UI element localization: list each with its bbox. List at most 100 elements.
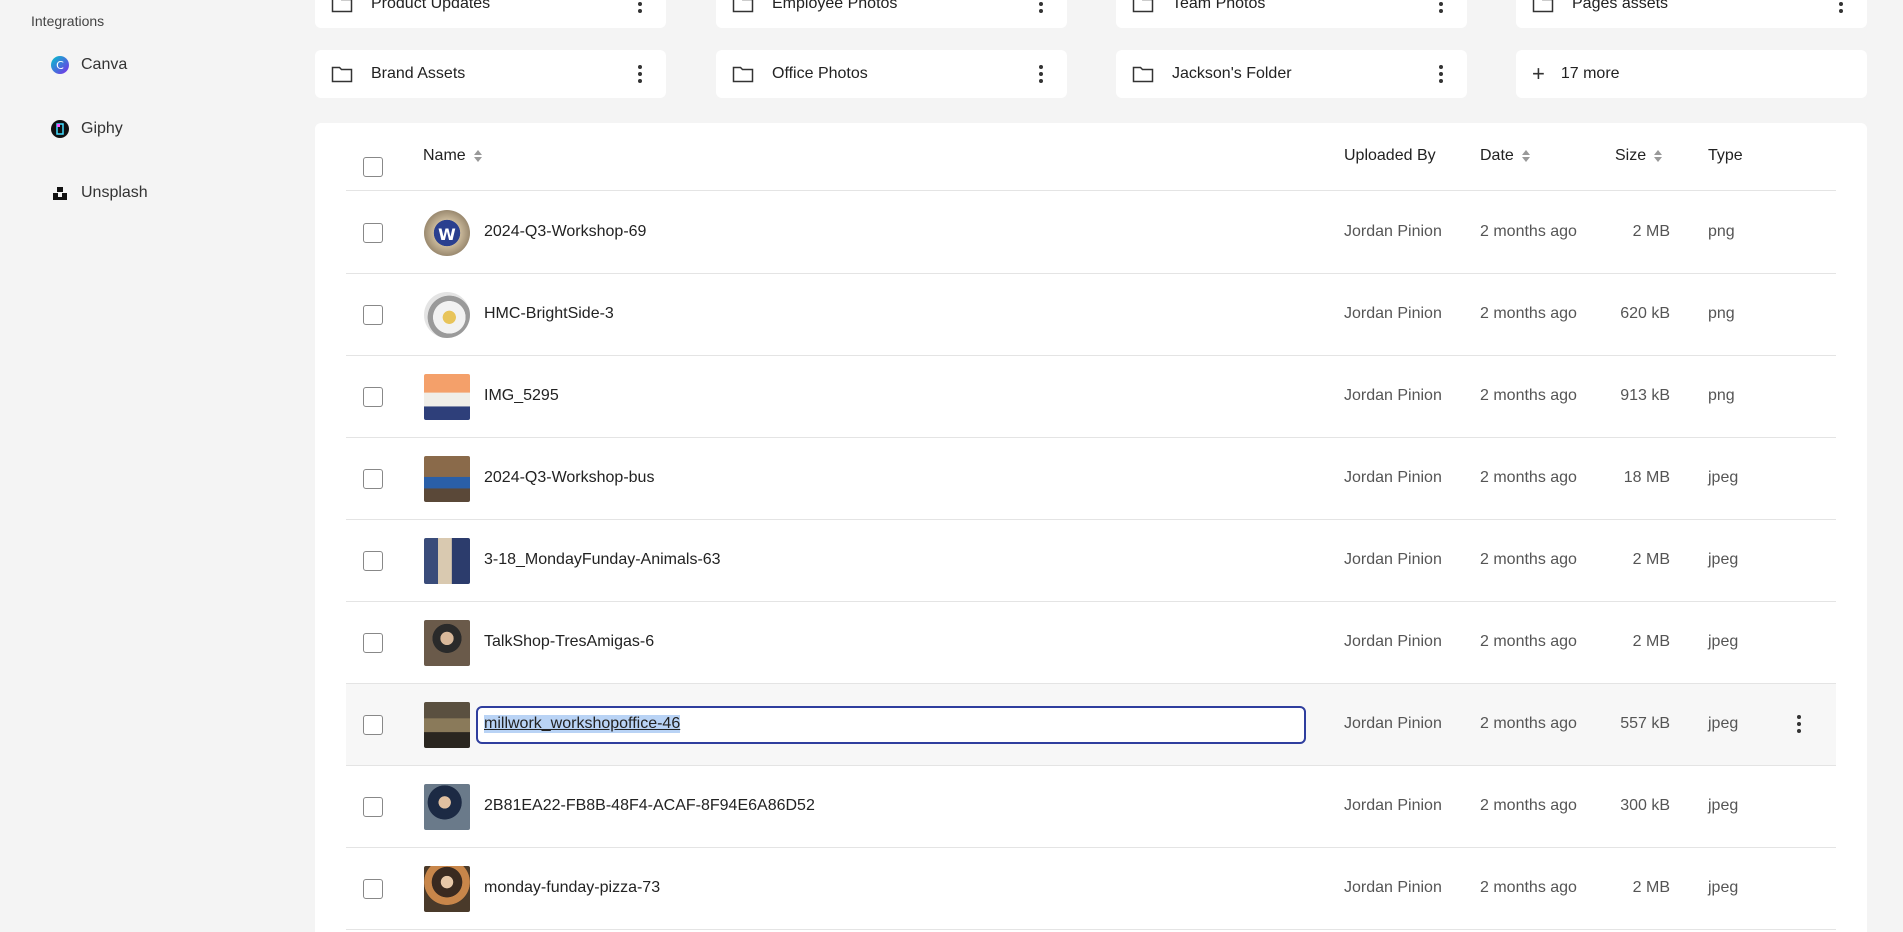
folder-icon (732, 65, 754, 83)
row-checkbox[interactable] (363, 879, 383, 899)
file-size: 300 kB (1620, 797, 1670, 814)
folder-card-jacksons-folder[interactable]: Jackson's Folder (1116, 50, 1467, 98)
upload-date: 2 months ago (1480, 797, 1577, 814)
thumbnail-image (424, 538, 470, 584)
table-row[interactable]: IMG_5295 Jordan Pinion 2 months ago 913 … (346, 356, 1836, 438)
uploaded-by: Jordan Pinion (1344, 879, 1442, 896)
file-name: IMG_5295 (484, 387, 559, 404)
file-name: 2024-Q3-Workshop-bus (484, 469, 655, 486)
file-type: png (1708, 387, 1735, 404)
row-checkbox[interactable] (363, 223, 383, 243)
row-checkbox[interactable] (363, 305, 383, 325)
rename-input-value[interactable]: millwork_workshopoffice-46 (484, 715, 681, 733)
folder-card-office-photos[interactable]: Office Photos (716, 50, 1067, 98)
file-type: jpeg (1708, 551, 1739, 568)
more-options-icon[interactable] (1431, 0, 1451, 16)
file-name: 3-18_MondayFunday-Animals-63 (484, 551, 721, 568)
upload-date: 2 months ago (1480, 551, 1577, 568)
uploaded-by: Jordan Pinion (1344, 633, 1442, 650)
sidebar-item-giphy[interactable]: Giphy (51, 120, 123, 138)
file-table: Name Uploaded By Date Size Type W 2024-Q… (315, 123, 1867, 932)
file-type: png (1708, 223, 1735, 240)
column-header-date[interactable]: Date (1480, 147, 1530, 165)
table-row[interactable]: 2024-Q3-Workshop-bus Jordan Pinion 2 mon… (346, 438, 1836, 520)
row-checkbox[interactable] (363, 469, 383, 489)
sort-icon (1654, 150, 1663, 162)
svg-text:C: C (56, 59, 64, 72)
upload-date: 2 months ago (1480, 223, 1577, 240)
file-name: 2B81EA22-FB8B-48F4-ACAF-8F94E6A86D52 (484, 797, 815, 814)
folder-label: Office Photos (772, 65, 868, 82)
folder-card-employee-photos[interactable]: Employee Photos (716, 0, 1067, 28)
upload-date: 2 months ago (1480, 879, 1577, 896)
more-options-icon[interactable] (1031, 62, 1051, 86)
table-row[interactable]: TalkShop-TresAmigas-6 Jordan Pinion 2 mo… (346, 602, 1836, 684)
canva-icon: C (51, 56, 69, 74)
unsplash-icon (51, 184, 69, 202)
uploaded-by: Jordan Pinion (1344, 551, 1442, 568)
more-options-icon[interactable] (1831, 0, 1851, 16)
folder-icon (1132, 0, 1154, 13)
thumbnail-image (424, 866, 470, 912)
table-header: Name Uploaded By Date Size Type (346, 123, 1836, 191)
column-header-label: Name (423, 147, 466, 164)
sort-icon (1521, 150, 1530, 162)
file-size: 2 MB (1632, 551, 1670, 568)
folder-card-brand-assets[interactable]: Brand Assets (315, 50, 666, 98)
upload-date: 2 months ago (1480, 715, 1577, 732)
folder-label: Product Updates (371, 0, 491, 12)
upload-date: 2 months ago (1480, 469, 1577, 486)
folder-icon (1132, 65, 1154, 83)
row-checkbox[interactable] (363, 633, 383, 653)
sidebar: Integrations C Canva Giphy Unsplash (0, 0, 300, 932)
folder-label: Brand Assets (371, 65, 466, 82)
column-header-size[interactable]: Size (1615, 147, 1663, 165)
folder-label: Employee Photos (772, 0, 898, 12)
select-all-checkbox[interactable] (363, 157, 383, 177)
file-name: monday-funday-pizza-73 (484, 879, 661, 896)
sidebar-item-canva[interactable]: C Canva (51, 56, 127, 74)
table-row[interactable]: 2B81EA22-FB8B-48F4-ACAF-8F94E6A86D52 Jor… (346, 766, 1836, 848)
file-name: TalkShop-TresAmigas-6 (484, 633, 655, 650)
more-options-icon[interactable] (1431, 62, 1451, 86)
sidebar-item-label: Canva (81, 56, 128, 73)
upload-date: 2 months ago (1480, 387, 1577, 404)
uploaded-by: Jordan Pinion (1344, 715, 1442, 732)
file-type: jpeg (1708, 879, 1739, 896)
table-row[interactable]: HMC-BrightSide-3 Jordan Pinion 2 months … (346, 274, 1836, 356)
file-type: jpeg (1708, 469, 1739, 486)
folder-card-team-photos[interactable]: Team Photos (1116, 0, 1467, 28)
table-row[interactable]: W 2024-Q3-Workshop-69 Jordan Pinion 2 mo… (346, 192, 1836, 274)
more-folders-button[interactable]: + 17 more (1516, 50, 1867, 98)
integrations-heading: Integrations (31, 13, 105, 29)
sidebar-item-label: Giphy (81, 120, 123, 137)
sidebar-item-unsplash[interactable]: Unsplash (51, 184, 148, 202)
file-type: jpeg (1708, 715, 1739, 732)
row-checkbox[interactable] (363, 797, 383, 817)
folder-card-product-updates[interactable]: Product Updates (315, 0, 666, 28)
folder-label: Jackson's Folder (1172, 65, 1292, 82)
file-type: png (1708, 305, 1735, 322)
uploaded-by: Jordan Pinion (1344, 387, 1442, 404)
row-more-options-icon[interactable] (1789, 712, 1809, 736)
folder-icon (732, 0, 754, 13)
column-header-label: Uploaded By (1344, 147, 1436, 164)
file-name: HMC-BrightSide-3 (484, 305, 614, 322)
row-checkbox[interactable] (363, 551, 383, 571)
more-options-icon[interactable] (630, 62, 650, 86)
table-row[interactable]: 3-18_MondayFunday-Animals-63 Jordan Pini… (346, 520, 1836, 602)
table-row[interactable]: monday-funday-pizza-73 Jordan Pinion 2 m… (346, 848, 1836, 930)
more-options-icon[interactable] (1031, 0, 1051, 16)
svg-text:W: W (438, 225, 456, 244)
thumbnail-image (424, 784, 470, 830)
file-size: 2 MB (1632, 633, 1670, 650)
table-row-selected[interactable]: millwork_workshopoffice-46 Jordan Pinion… (346, 684, 1836, 766)
thumbnail-image (424, 620, 470, 666)
more-options-icon[interactable] (630, 0, 650, 16)
row-checkbox[interactable] (363, 387, 383, 407)
column-header-label: Type (1708, 147, 1743, 164)
row-checkbox[interactable] (363, 715, 383, 735)
uploaded-by: Jordan Pinion (1344, 797, 1442, 814)
column-header-name[interactable]: Name (423, 147, 482, 165)
folder-card-pages-assets[interactable]: Pages assets (1516, 0, 1867, 28)
